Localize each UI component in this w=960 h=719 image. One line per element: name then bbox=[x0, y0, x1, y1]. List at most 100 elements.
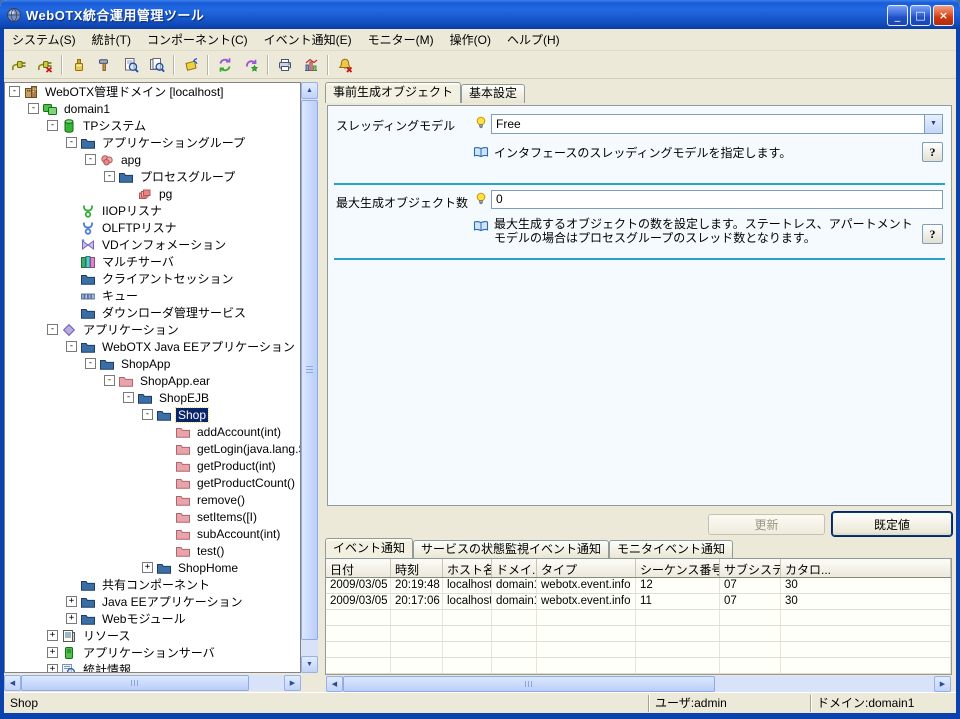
toolbar-refresh-new-button[interactable] bbox=[239, 53, 263, 77]
chevron-down-icon[interactable]: ▼ bbox=[924, 115, 942, 133]
table-row[interactable] bbox=[326, 610, 951, 626]
close-button[interactable]: × bbox=[933, 5, 954, 26]
collapse-icon[interactable]: - bbox=[66, 137, 77, 148]
expand-icon[interactable]: + bbox=[47, 647, 58, 658]
toolbar-plug-x-button[interactable] bbox=[33, 53, 57, 77]
scroll-thumb[interactable] bbox=[343, 676, 715, 692]
toolbar-ink-bottle-button[interactable] bbox=[67, 53, 91, 77]
tree-item[interactable]: addAccount(int) bbox=[5, 423, 300, 440]
toolbar-printer-button[interactable] bbox=[273, 53, 297, 77]
tab-pregenerated-object[interactable]: 事前生成オブジェクト bbox=[325, 82, 461, 103]
tree-item[interactable]: pg bbox=[5, 185, 300, 202]
toolbar-chart-button[interactable] bbox=[299, 53, 323, 77]
tree-item[interactable]: 共有コンポーネント bbox=[5, 576, 300, 593]
scroll-thumb[interactable] bbox=[301, 100, 318, 640]
toolbar-alarm-off-button[interactable] bbox=[333, 53, 357, 77]
scroll-right-arrow[interactable]: ▶ bbox=[284, 675, 301, 691]
collapse-icon[interactable]: - bbox=[47, 120, 58, 131]
collapse-icon[interactable]: - bbox=[28, 103, 39, 114]
max-objects-input[interactable]: 0 bbox=[491, 190, 943, 209]
scroll-right-arrow[interactable]: ▶ bbox=[934, 676, 951, 692]
tree-item[interactable]: getProduct(int) bbox=[5, 457, 300, 474]
column-header[interactable]: 日付 bbox=[326, 559, 391, 577]
scroll-left-arrow[interactable]: ◀ bbox=[326, 676, 343, 692]
tree-item[interactable]: ダウンローダ管理サービス bbox=[5, 304, 300, 321]
table-row[interactable] bbox=[326, 658, 951, 674]
tree-item[interactable]: -WebOTX Java EEアプリケーション bbox=[5, 338, 300, 355]
scroll-left-arrow[interactable]: ◀ bbox=[4, 675, 21, 691]
toolbar-document-search-button[interactable] bbox=[119, 53, 143, 77]
tab-monitor-event-notification[interactable]: モニタイベント通知 bbox=[609, 540, 733, 559]
menu-operation[interactable]: 操作(O) bbox=[442, 29, 499, 50]
expand-icon[interactable]: + bbox=[47, 630, 58, 641]
tree-item[interactable]: -apg bbox=[5, 151, 300, 168]
tree-item[interactable]: -WebOTX管理ドメイン [localhost] bbox=[5, 83, 300, 100]
help-button[interactable]: ? bbox=[922, 224, 943, 244]
toolbar-deploy-bag-button[interactable] bbox=[179, 53, 203, 77]
collapse-icon[interactable]: - bbox=[85, 154, 96, 165]
tab-service-status-event-notification[interactable]: サービスの状態監視イベント通知 bbox=[413, 540, 609, 559]
table-row[interactable] bbox=[326, 626, 951, 642]
collapse-icon[interactable]: - bbox=[142, 409, 153, 420]
tree-item[interactable]: クライアントセッション bbox=[5, 270, 300, 287]
tree-item[interactable]: OLFTPリスナ bbox=[5, 219, 300, 236]
table-row[interactable]: 2009/03/0520:17:06localhostdomain1webotx… bbox=[326, 594, 951, 610]
tree-item[interactable]: +リソース bbox=[5, 627, 300, 644]
maximize-button[interactable]: □ bbox=[910, 5, 931, 26]
scroll-thumb[interactable] bbox=[21, 675, 249, 691]
tree-item[interactable]: +Webモジュール bbox=[5, 610, 300, 627]
collapse-icon[interactable]: - bbox=[123, 392, 134, 403]
column-header[interactable]: 時刻 bbox=[391, 559, 443, 577]
tree-item[interactable]: subAccount(int) bbox=[5, 525, 300, 542]
tree-item[interactable]: +アプリケーションサーバ bbox=[5, 644, 300, 661]
tree-item[interactable]: remove() bbox=[5, 491, 300, 508]
column-header[interactable]: ドメイ... bbox=[492, 559, 537, 577]
column-header[interactable]: タイプ bbox=[537, 559, 636, 577]
toolbar-refresh-arrows-button[interactable] bbox=[213, 53, 237, 77]
expand-icon[interactable]: + bbox=[142, 562, 153, 573]
column-header[interactable]: カタロ... bbox=[781, 559, 951, 577]
column-header[interactable]: シーケンス番号 bbox=[636, 559, 720, 577]
menu-help[interactable]: ヘルプ(H) bbox=[499, 29, 568, 50]
collapse-icon[interactable]: - bbox=[104, 171, 115, 182]
tree-item[interactable]: -アプリケーショングループ bbox=[5, 134, 300, 151]
menu-statistics[interactable]: 統計(T) bbox=[84, 29, 139, 50]
collapse-icon[interactable]: - bbox=[104, 375, 115, 386]
menu-system[interactable]: システム(S) bbox=[4, 29, 84, 50]
tree-item[interactable]: -domain1 bbox=[5, 100, 300, 117]
tree-item[interactable]: +Java EEアプリケーション bbox=[5, 593, 300, 610]
toolbar-documents-search-button[interactable] bbox=[145, 53, 169, 77]
tree-vertical-scrollbar[interactable]: ▲ ▼ bbox=[301, 82, 318, 673]
tree-item[interactable]: +統計情報 bbox=[5, 661, 300, 673]
column-header[interactable]: サブシステ... bbox=[720, 559, 781, 577]
tree-item[interactable]: キュー bbox=[5, 287, 300, 304]
menu-monitor[interactable]: モニター(M) bbox=[360, 29, 442, 50]
expand-icon[interactable]: + bbox=[66, 613, 77, 624]
tree-item[interactable]: -プロセスグループ bbox=[5, 168, 300, 185]
tree-horizontal-scrollbar[interactable]: ◀ ▶ bbox=[4, 675, 301, 691]
tree-item[interactable]: -ShopEJB bbox=[5, 389, 300, 406]
tree-item[interactable]: -アプリケーション bbox=[5, 321, 300, 338]
tab-basic-settings[interactable]: 基本設定 bbox=[461, 84, 525, 103]
minimize-button[interactable]: _ bbox=[887, 5, 908, 26]
tree-item[interactable]: -ShopApp.ear bbox=[5, 372, 300, 389]
tree-item[interactable]: getLogin(java.lang.S bbox=[5, 440, 300, 457]
expand-icon[interactable]: + bbox=[66, 596, 77, 607]
collapse-icon[interactable]: - bbox=[47, 324, 58, 335]
tree-item[interactable]: マルチサーバ bbox=[5, 253, 300, 270]
column-header[interactable]: ホスト名 bbox=[443, 559, 492, 577]
tree-item[interactable]: +ShopHome bbox=[5, 559, 300, 576]
tree-item[interactable]: -TPシステム bbox=[5, 117, 300, 134]
expand-icon[interactable]: + bbox=[47, 664, 58, 673]
tree-item[interactable]: setItems([I) bbox=[5, 508, 300, 525]
scroll-up-arrow[interactable]: ▲ bbox=[301, 82, 318, 99]
toolbar-plug-button[interactable] bbox=[7, 53, 31, 77]
menu-event-notification[interactable]: イベント通知(E) bbox=[256, 29, 360, 50]
tree-item[interactable]: VDインフォメーション bbox=[5, 236, 300, 253]
menu-components[interactable]: コンポーネント(C) bbox=[139, 29, 256, 50]
tab-event-notification[interactable]: イベント通知 bbox=[325, 538, 413, 559]
help-button[interactable]: ? bbox=[922, 142, 943, 162]
toolbar-hammer-button[interactable] bbox=[93, 53, 117, 77]
collapse-icon[interactable]: - bbox=[85, 358, 96, 369]
collapse-icon[interactable]: - bbox=[66, 341, 77, 352]
